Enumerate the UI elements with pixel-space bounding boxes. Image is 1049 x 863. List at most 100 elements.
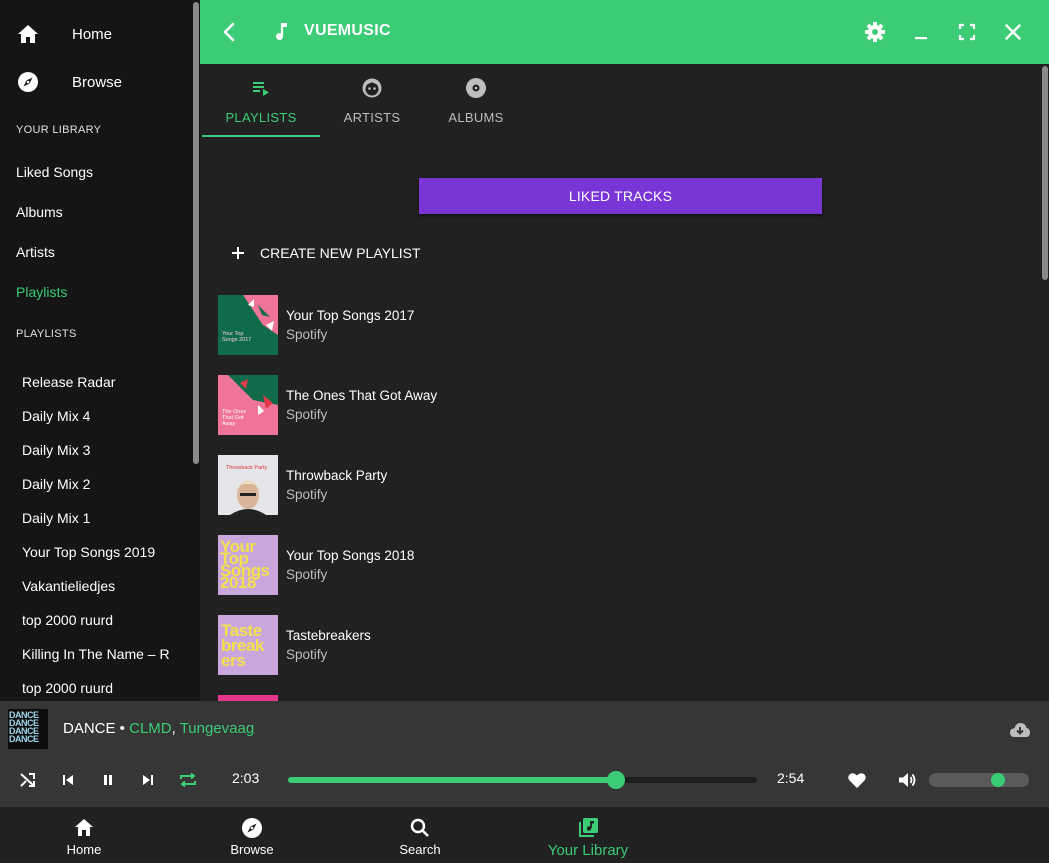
liked-tracks-button[interactable]: LIKED TRACKS xyxy=(419,178,822,214)
track-title: DANCE xyxy=(63,720,116,737)
sidebar-playlist[interactable]: Release Radar xyxy=(0,365,172,399)
playlist-cover: Your Top Songs 2017 xyxy=(218,295,278,355)
sidebar-scrollbar-thumb[interactable] xyxy=(193,2,199,464)
sidebar-playlist[interactable]: top 2000 ruurd xyxy=(0,671,172,701)
sidebar-browse[interactable]: Browse xyxy=(0,58,200,106)
bottom-nav-search-label: Search xyxy=(399,842,441,857)
bottom-nav-browse-label: Browse xyxy=(230,842,274,857)
progress-bar[interactable] xyxy=(288,771,757,789)
playlist-name: Your Top Songs 2018 xyxy=(286,548,415,563)
pause-icon[interactable] xyxy=(96,768,120,792)
playlist-name: Tastebreakers xyxy=(286,628,371,643)
volume-handle[interactable] xyxy=(991,773,1005,787)
sidebar-playlist[interactable]: Daily Mix 2 xyxy=(0,467,172,501)
sidebar-playlist[interactable]: Daily Mix 1 xyxy=(0,501,172,535)
main-scrollbar-thumb[interactable] xyxy=(1042,66,1048,280)
playlist-cover-title: Your Top Songs 2018 xyxy=(220,537,270,592)
bottom-nav-home[interactable]: Home xyxy=(0,807,168,863)
playlist-row[interactable]: Your Top Songs 2018 Your Top Songs 2018 … xyxy=(218,535,618,595)
tab-albums[interactable]: ALBUMS xyxy=(424,64,528,137)
sidebar-item-playlists[interactable]: Playlists xyxy=(0,272,200,312)
tab-artists-label: ARTISTS xyxy=(343,110,401,125)
back-icon[interactable] xyxy=(218,20,242,44)
sidebar: Home Browse YOUR LIBRARY Liked Songs Alb… xyxy=(0,0,200,701)
playlist-cover-title: The Ones That Got Away xyxy=(222,409,247,427)
now-playing-cover: DANCE DANCE DANCE DANCE xyxy=(8,709,48,749)
create-playlist-label: CREATE NEW PLAYLIST xyxy=(260,245,421,261)
progress-fill xyxy=(288,777,617,783)
plus-icon xyxy=(230,245,246,261)
shuffle-icon[interactable] xyxy=(16,768,40,792)
sidebar-playlist[interactable]: Your Top Songs 2019 xyxy=(0,535,172,569)
sidebar-home-label: Home xyxy=(72,25,113,43)
playlist-row[interactable]: The Ones That Got Away The Ones That Got… xyxy=(218,375,618,435)
tab-albums-label: ALBUMS xyxy=(448,110,504,125)
sidebar-item-artists[interactable]: Artists xyxy=(0,232,200,272)
compass-icon xyxy=(240,816,264,840)
sidebar-scrollbar[interactable] xyxy=(191,0,200,701)
tab-playlists[interactable]: PLAYLISTS xyxy=(202,64,320,137)
playlist-row[interactable]: Taste break ers Tastebreakers Spotify xyxy=(218,615,618,675)
bottom-nav-home-label: Home xyxy=(66,842,102,857)
main-scrollbar[interactable] xyxy=(1040,64,1049,701)
progress-handle[interactable] xyxy=(607,771,626,789)
sidebar-browse-label: Browse xyxy=(72,73,123,91)
heart-icon[interactable] xyxy=(845,768,869,792)
compass-icon xyxy=(16,70,40,94)
bottom-nav-search[interactable]: Search xyxy=(336,807,504,863)
duration: 2:54 xyxy=(777,770,805,786)
playlist-name: Throwback Party xyxy=(286,468,388,483)
bottom-nav: Home Browse Search Your Library xyxy=(0,807,1049,863)
create-playlist-button[interactable]: CREATE NEW PLAYLIST xyxy=(230,245,421,261)
settings-gear-icon[interactable] xyxy=(863,20,887,44)
bottom-nav-library-label: Your Library xyxy=(547,842,629,859)
playlist-row[interactable]: Your Top Songs 2017 Your Top Songs 2017 … xyxy=(218,295,618,355)
sidebar-home[interactable]: Home xyxy=(0,10,200,58)
artist-link[interactable]: Tungevaag xyxy=(180,720,255,737)
volume-slider[interactable] xyxy=(929,773,1029,787)
close-icon[interactable] xyxy=(1001,20,1025,44)
face-icon xyxy=(360,76,384,100)
now-playing-cover-art: DANCE DANCE DANCE DANCE xyxy=(9,710,39,744)
repeat-icon[interactable] xyxy=(176,768,200,792)
player-bar: DANCE DANCE DANCE DANCE DANCE • CLMD, Tunge… xyxy=(0,701,1049,807)
playlist-owner: Spotify xyxy=(286,567,328,582)
sidebar-item-liked-songs[interactable]: Liked Songs xyxy=(0,152,200,192)
library-music-icon xyxy=(576,816,600,840)
bottom-nav-library[interactable]: Your Library xyxy=(504,807,672,863)
playlist-cover: Your Top Songs 2018 xyxy=(218,535,278,595)
bottom-nav-browse[interactable]: Browse xyxy=(168,807,336,863)
tab-artists[interactable]: ARTISTS xyxy=(320,64,424,137)
playlist-cover-title: Taste break ers xyxy=(221,621,264,670)
playlist-cover-title: Your Top Songs 2017 xyxy=(222,331,252,343)
library-tabs: PLAYLISTS ARTISTS ALBUMS xyxy=(200,64,528,137)
playlist-name: Your Top Songs 2017 xyxy=(286,308,415,323)
sidebar-playlist[interactable]: top 2000 ruurd xyxy=(0,603,172,637)
cloud-download-icon[interactable] xyxy=(1008,718,1032,742)
playlist-play-icon xyxy=(249,76,273,100)
disc-icon xyxy=(464,76,488,100)
playlist-name: The Ones That Got Away xyxy=(286,388,438,403)
sidebar-playlist[interactable]: Vakantieliedjes xyxy=(0,569,172,603)
fullscreen-icon[interactable] xyxy=(955,20,979,44)
search-icon xyxy=(408,816,432,840)
artist-link[interactable]: CLMD xyxy=(129,720,172,737)
home-icon xyxy=(72,816,96,840)
main-content: PLAYLISTS ARTISTS ALBUMS LIKED TRACKS CR… xyxy=(200,64,1040,701)
next-icon[interactable] xyxy=(136,768,160,792)
sidebar-playlist[interactable]: Daily Mix 3 xyxy=(0,433,172,467)
app-header: VUEMUSIC xyxy=(200,0,1049,64)
current-time: 2:03 xyxy=(232,770,260,786)
sidebar-playlist[interactable]: Killing In The Name – R xyxy=(0,637,172,671)
sidebar-playlist[interactable]: Daily Mix 4 xyxy=(0,399,172,433)
playlist-owner: Spotify xyxy=(286,647,328,662)
playlist-cover: Taste break ers xyxy=(218,615,278,675)
playlist-owner: Spotify xyxy=(286,487,328,502)
playlist-row[interactable]: Throwback Party Throwback Party Spotify xyxy=(218,455,618,515)
minimize-icon[interactable] xyxy=(909,20,933,44)
tab-playlists-label: PLAYLISTS xyxy=(225,110,297,125)
previous-icon[interactable] xyxy=(56,768,80,792)
sidebar-item-albums[interactable]: Albums xyxy=(0,192,200,232)
artist-separator: , xyxy=(171,720,180,737)
volume-icon[interactable] xyxy=(895,768,919,792)
